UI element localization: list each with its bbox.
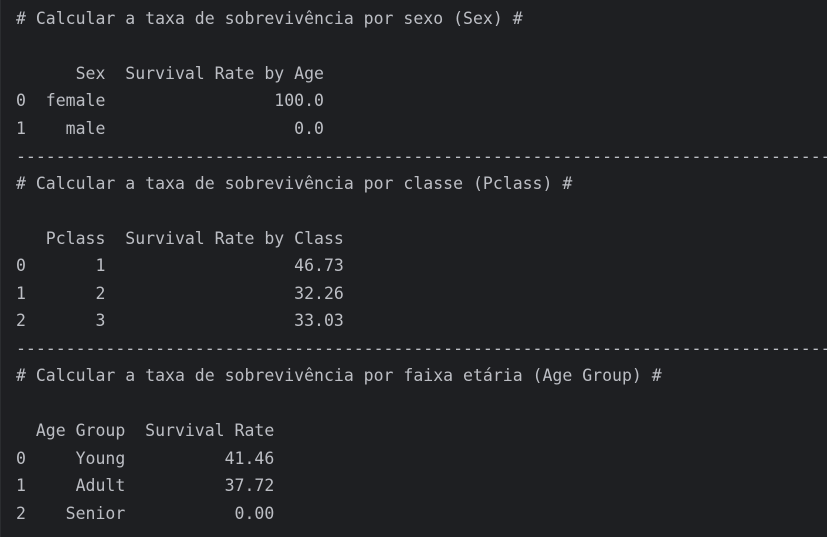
table-row: 0 Young 41.46	[16, 449, 275, 468]
section-heading-pclass: # Calcular a taxa de sobrevivência por c…	[16, 174, 573, 193]
table-header-sex: Sex Survival Rate by Age	[16, 64, 324, 83]
table-row: 1 male 0.0	[16, 119, 324, 138]
table-row: 1 2 32.26	[16, 284, 344, 303]
table-row: 0 female 100.0	[16, 91, 324, 110]
table-header-age-group: Age Group Survival Rate	[16, 421, 275, 440]
separator-line: ----------------------------------------…	[16, 147, 827, 166]
console-output[interactable]: # Calcular a taxa de sobrevivência por s…	[0, 0, 827, 537]
table-row: 2 3 33.03	[16, 311, 344, 330]
table-row: 0 1 46.73	[16, 256, 344, 275]
table-row: 2 Senior 0.00	[16, 504, 275, 523]
separator-line: ----------------------------------------…	[16, 339, 827, 358]
table-row: 1 Adult 37.72	[16, 476, 275, 495]
table-header-pclass: Pclass Survival Rate by Class	[16, 229, 344, 248]
section-heading-age-group: # Calcular a taxa de sobrevivência por f…	[16, 366, 662, 385]
section-heading-sex: # Calcular a taxa de sobrevivência por s…	[16, 9, 523, 28]
